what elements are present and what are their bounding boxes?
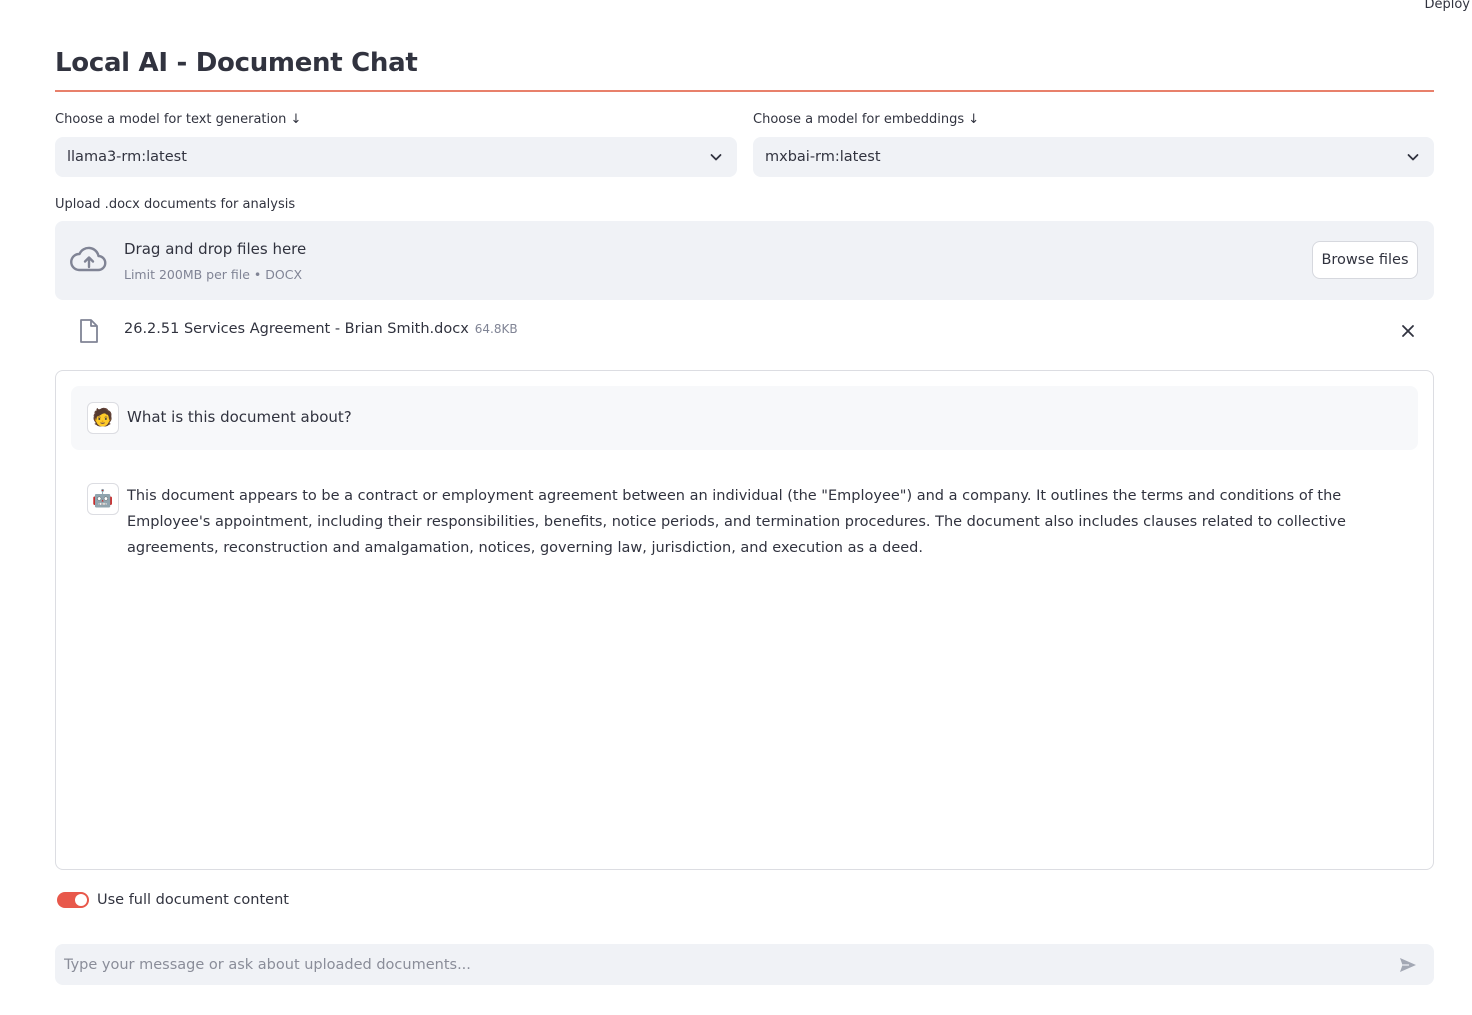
toggle-knob [75, 894, 87, 906]
user-message-text: What is this document about? [127, 408, 352, 426]
embedding-model-value: mxbai-rm:latest [765, 149, 881, 165]
title-divider [55, 90, 1434, 92]
user-avatar: 🧑 [87, 402, 119, 434]
chat-message-user: 🧑 What is this document about? [71, 386, 1418, 450]
file-name-row: 26.2.51 Services Agreement - Brian Smith… [124, 321, 518, 337]
chevron-down-icon [710, 154, 722, 161]
embedding-model-select[interactable]: mxbai-rm:latest [753, 137, 1434, 177]
text-model-select[interactable]: llama3-rm:latest [55, 137, 737, 177]
chevron-down-icon [1407, 154, 1419, 161]
chat-input[interactable] [55, 944, 1375, 985]
chat-container[interactable]: 🧑 What is this document about? 🤖 This do… [55, 370, 1434, 870]
text-model-label: Choose a model for text generation ↓ [55, 112, 302, 127]
browse-files-button[interactable]: Browse files [1312, 241, 1418, 279]
full-content-toggle-label: Use full document content [97, 892, 289, 908]
assistant-message-text: This document appears to be a contract o… [127, 488, 1346, 556]
deploy-button[interactable]: Deploy [1424, 0, 1470, 12]
chat-input-bar [55, 944, 1434, 985]
assistant-avatar: 🤖 [87, 483, 119, 515]
send-icon[interactable] [1398, 955, 1418, 975]
file-name: 26.2.51 Services Agreement - Brian Smith… [124, 321, 469, 337]
file-dropzone[interactable]: Drag and drop files here Limit 200MB per… [55, 221, 1434, 300]
uploaded-file-item: 26.2.51 Services Agreement - Brian Smith… [55, 315, 1434, 347]
full-content-toggle[interactable] [57, 892, 89, 908]
close-icon[interactable] [1398, 321, 1418, 341]
uploader-label: Upload .docx documents for analysis [55, 197, 296, 212]
page-title: Local AI - Document Chat [55, 48, 418, 78]
full-content-toggle-row: Use full document content [57, 890, 289, 910]
cloud-upload-icon [70, 246, 107, 272]
dropzone-title: Drag and drop files here [124, 240, 307, 258]
text-model-value: llama3-rm:latest [67, 149, 187, 165]
file-icon [80, 319, 98, 343]
embedding-model-label: Choose a model for embeddings ↓ [753, 112, 980, 127]
file-size: 64.8KB [474, 322, 518, 336]
dropzone-subtitle: Limit 200MB per file • DOCX [124, 267, 303, 282]
